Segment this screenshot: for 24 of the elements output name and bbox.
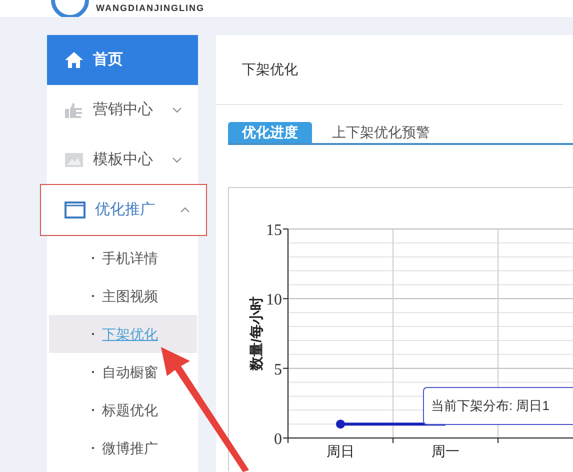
tooltip-text: 当前下架分布: 周日1 xyxy=(431,397,550,416)
y-tick-label: 10 xyxy=(266,292,282,309)
home-icon xyxy=(64,51,84,69)
logo-text: WANGDIANJINGLING xyxy=(96,3,205,13)
y-tick-label: 0 xyxy=(274,431,282,448)
submenu-item[interactable]: 主图视频 xyxy=(49,277,197,315)
submenu-item[interactable]: 手机详情 xyxy=(49,239,197,277)
page-title: 下架优化 xyxy=(242,60,298,79)
tab[interactable]: 上下架优化预警 xyxy=(312,122,450,143)
submenu-item[interactable]: 标题优化 xyxy=(49,391,197,429)
logo-icon xyxy=(50,0,90,17)
data-point xyxy=(336,420,345,429)
x-tick-label: 周一 xyxy=(432,443,460,459)
sidebar-menu-item[interactable]: 优化推广 xyxy=(41,185,206,235)
sidebar-menu-item[interactable]: 首页 xyxy=(47,35,198,85)
submenu-item[interactable]: 自动橱窗 xyxy=(49,353,197,391)
picture-icon xyxy=(64,151,84,169)
x-tick-label: 周日 xyxy=(326,443,354,459)
submenu-item[interactable]: 微博推广 xyxy=(49,429,197,467)
window-icon xyxy=(64,201,86,219)
y-tick-label: 15 xyxy=(266,222,282,239)
y-tick-label: 5 xyxy=(274,361,282,378)
y-axis-label: 数量/每小时 xyxy=(248,296,264,370)
thumbs-up-icon xyxy=(64,101,84,119)
